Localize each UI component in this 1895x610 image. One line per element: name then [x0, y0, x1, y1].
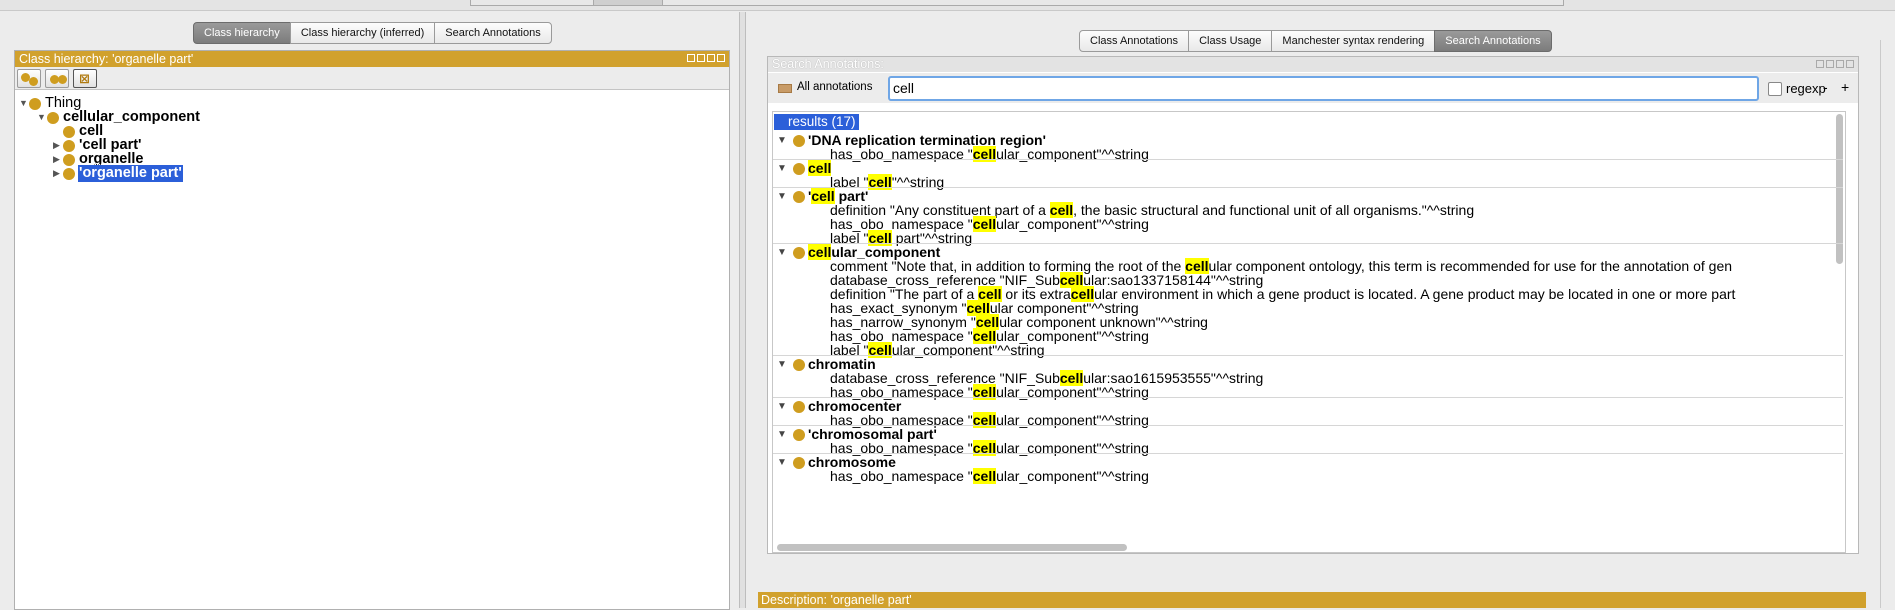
top-tab-strip-edge — [0, 0, 1895, 11]
search-results-list: results (17) ▼ 'DNA replication terminati… — [772, 111, 1846, 553]
annotation-filter-selector[interactable]: All annotations — [797, 81, 872, 93]
minimize-icon[interactable] — [1826, 60, 1834, 68]
add-sibling-icon — [58, 74, 67, 84]
tab-left-1[interactable]: Class hierarchy (inferred) — [289, 22, 436, 44]
expanded-arrow-icon[interactable]: ▼ — [777, 188, 793, 205]
search-bar: All annotations regexp - + — [768, 73, 1858, 103]
search-input[interactable] — [888, 76, 1759, 101]
hierarchy-toolbar: ⊠ — [15, 67, 729, 90]
annotation-property-icon — [778, 84, 792, 93]
tab-left-0[interactable]: Class hierarchy — [193, 22, 291, 44]
right-edge-panel — [1880, 40, 1895, 608]
tree-node[interactable]: ▶ 'organelle part' — [53, 164, 184, 183]
class-icon — [793, 134, 805, 147]
result-annotation[interactable]: has_obo_namespace "cellular_component"^^… — [830, 146, 1149, 163]
tree-node-label: 'organelle part' — [77, 164, 184, 183]
right-tab-strip: Class Annotations Class Usage Manchester s… — [1079, 30, 1552, 52]
class-hierarchy-header: Class hierarchy: 'organelle part' — [15, 51, 729, 67]
top-tab-fragment[interactable] — [662, 0, 1564, 6]
add-filter-button[interactable]: + — [1841, 79, 1849, 95]
match-highlight: cell — [972, 216, 997, 232]
horizontal-scrollbar[interactable] — [777, 544, 1127, 551]
class-icon — [63, 125, 75, 138]
class-icon — [793, 358, 805, 371]
class-icon — [63, 153, 75, 166]
maximize-icon[interactable] — [1836, 60, 1844, 68]
delete-class-button[interactable]: ⊠ — [73, 68, 97, 88]
restore-icon[interactable] — [687, 54, 695, 62]
view-title: Class hierarchy: 'organelle part' — [19, 52, 194, 66]
expanded-arrow-icon[interactable]: ▼ — [777, 244, 793, 261]
result-class[interactable]: ▼ cell — [777, 160, 832, 177]
description-view-header: Description: 'organelle part' — [758, 592, 1866, 608]
description-title: Description: 'organelle part' — [761, 593, 912, 607]
text-segment: ular_component"^^string — [996, 468, 1149, 484]
class-icon — [793, 456, 805, 469]
view-window-buttons — [687, 54, 725, 62]
search-annotations-view: Search Annotations: All annotations rege… — [767, 56, 1859, 554]
view-window-buttons — [1816, 60, 1854, 68]
result-class-name: cell — [808, 160, 832, 177]
add-subclass-icon — [29, 76, 38, 86]
expanded-arrow-icon[interactable]: ▼ — [777, 132, 793, 149]
text-segment: has_obo_namespace " — [830, 468, 973, 484]
text-segment: ular environment in which a gene product… — [1094, 286, 1736, 302]
expanded-arrow-icon[interactable]: ▼ — [777, 160, 793, 177]
close-icon[interactable] — [717, 54, 725, 62]
match-highlight: cell — [808, 244, 832, 260]
tab-left-2[interactable]: Search Annotations — [434, 22, 552, 44]
text-segment: ular_component"^^string — [996, 216, 1149, 232]
minimize-icon[interactable] — [697, 54, 705, 62]
expanded-arrow-icon[interactable]: ▼ — [777, 454, 793, 471]
remove-filter-button[interactable]: - — [1823, 79, 1828, 95]
result-separator — [773, 397, 1843, 398]
tab-right-2[interactable]: Manchester syntax rendering — [1271, 30, 1436, 52]
left-tab-strip: Class hierarchy Class hierarchy (inferred… — [193, 22, 552, 44]
results-count: results (17) — [774, 114, 859, 130]
view-title: Search Annotations: — [772, 57, 884, 71]
split-pane-divider[interactable] — [739, 12, 746, 608]
close-icon[interactable] — [1846, 60, 1854, 68]
expanded-arrow-icon[interactable]: ▼ — [19, 95, 29, 112]
class-icon — [47, 111, 59, 124]
result-separator — [773, 355, 1843, 356]
class-icon — [793, 246, 805, 259]
search-annotations-header: Search Annotations: — [768, 57, 1858, 72]
expanded-arrow-icon[interactable]: ▼ — [777, 426, 793, 443]
match-highlight: cell — [808, 160, 832, 176]
vertical-scrollbar[interactable] — [1836, 114, 1843, 264]
result-annotation[interactable]: has_obo_namespace "cellular_component"^^… — [830, 468, 1149, 485]
class-icon — [793, 428, 805, 441]
maximize-icon[interactable] — [707, 54, 715, 62]
regexp-label: regexp — [1786, 81, 1826, 96]
collapsed-arrow-icon[interactable]: ▶ — [53, 165, 63, 182]
result-separator — [773, 453, 1843, 454]
tab-right-3[interactable]: Search Annotations — [1434, 30, 1552, 52]
top-tab-fragment[interactable] — [470, 0, 594, 6]
result-separator — [773, 187, 1843, 188]
class-icon — [793, 400, 805, 413]
delete-class-icon: ⊠ — [79, 70, 90, 86]
expanded-arrow-icon[interactable]: ▼ — [777, 356, 793, 373]
class-icon — [63, 167, 75, 180]
expanded-arrow-icon[interactable]: ▼ — [37, 109, 47, 126]
add-subclass-button[interactable] — [17, 68, 41, 88]
expanded-arrow-icon[interactable]: ▼ — [777, 398, 793, 415]
class-hierarchy-view: Class hierarchy: 'organelle part' ⊠ ▼ Thi… — [14, 50, 730, 610]
class-icon — [63, 139, 75, 152]
match-highlight: cell — [972, 468, 997, 484]
result-separator — [773, 159, 1843, 160]
regexp-checkbox[interactable] — [1768, 82, 1782, 96]
text-segment: ular component ontology, this term is re… — [1208, 258, 1733, 274]
top-tab-fragment[interactable] — [593, 0, 663, 6]
restore-icon[interactable] — [1816, 60, 1824, 68]
class-icon — [793, 190, 805, 203]
tab-right-0[interactable]: Class Annotations — [1079, 30, 1190, 52]
class-icon — [29, 97, 41, 110]
class-icon — [793, 162, 805, 175]
add-sibling-button[interactable] — [45, 68, 69, 88]
tab-right-1[interactable]: Class Usage — [1188, 30, 1273, 52]
